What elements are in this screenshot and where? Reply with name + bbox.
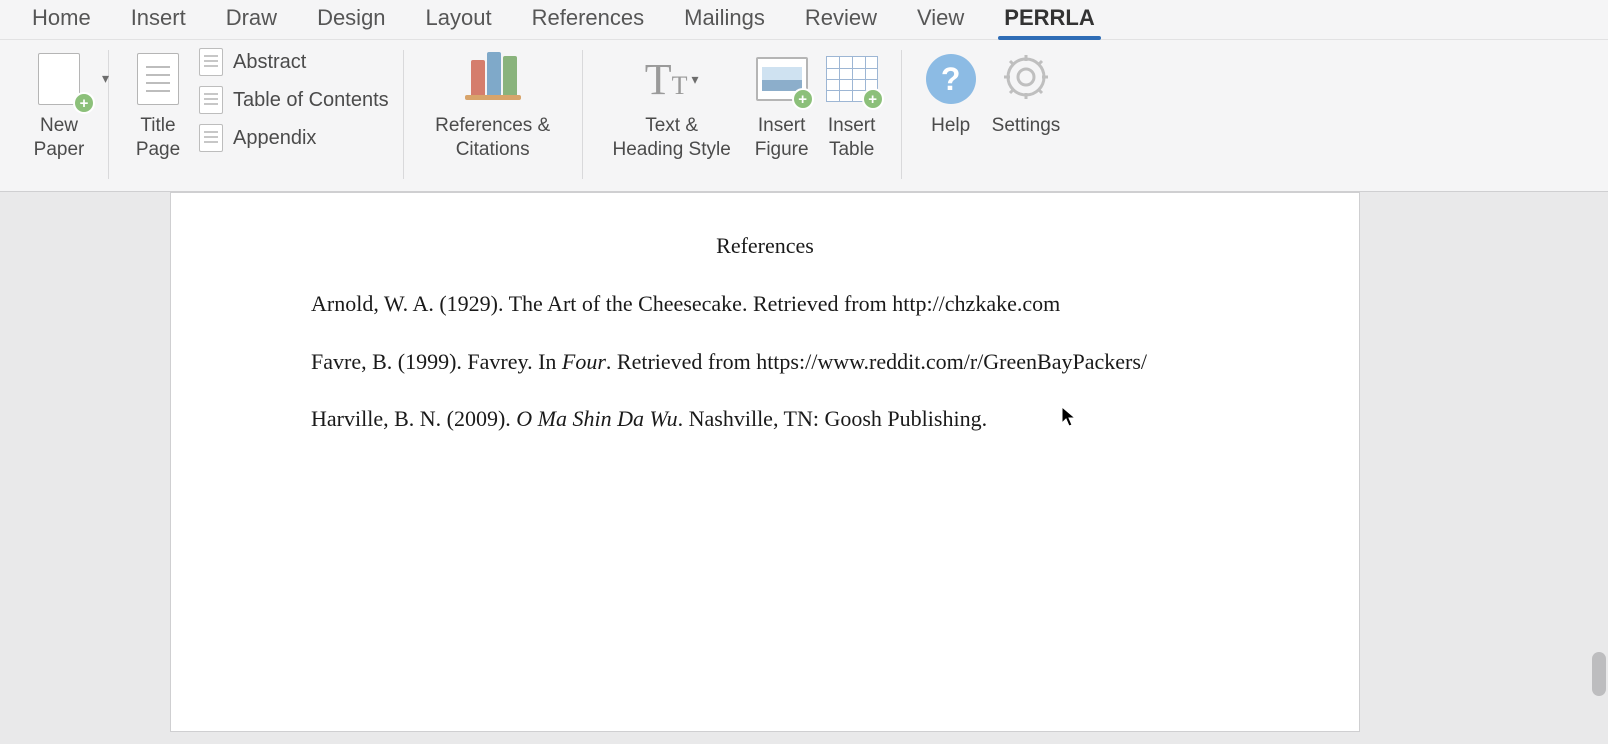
appendix-label: Appendix <box>233 127 316 150</box>
title-page-icon <box>137 53 179 105</box>
help-label: Help <box>931 114 970 138</box>
group-sections: Title Page Abstract Table of Contents Ap… <box>109 46 403 189</box>
tab-home[interactable]: Home <box>12 0 111 39</box>
toc-icon <box>199 86 223 114</box>
references-citations-label: References & Citations <box>435 114 550 162</box>
help-button[interactable]: ? Help <box>916 46 986 138</box>
gear-icon <box>1001 52 1051 107</box>
plus-badge-icon: + <box>862 88 884 110</box>
new-paper-button[interactable]: + ▾ New Paper <box>24 46 94 162</box>
text-style-icon: TT <box>645 54 688 105</box>
references-citations-button[interactable]: References & Citations <box>418 46 568 162</box>
toc-label: Table of Contents <box>233 89 389 112</box>
reference-italic: O Ma Shin Da Wu <box>516 406 677 431</box>
tab-layout[interactable]: Layout <box>406 0 512 39</box>
tab-design[interactable]: Design <box>297 0 405 39</box>
ribbon-toolbar: + ▾ New Paper Title Page Abstract Table … <box>0 40 1608 192</box>
help-icon: ? <box>926 54 976 104</box>
document-page[interactable]: References Arnold, W. A. (1929). The Art… <box>170 192 1360 732</box>
reference-text: . Nashville, TN: Goosh Publishing. <box>678 406 987 431</box>
tab-review[interactable]: Review <box>785 0 897 39</box>
chevron-down-icon: ▾ <box>692 71 699 88</box>
tab-insert[interactable]: Insert <box>111 0 206 39</box>
group-styles: TT ▾ Text & Heading Style + Insert Figur… <box>583 46 901 189</box>
toc-button[interactable]: Table of Contents <box>199 86 389 114</box>
tab-view[interactable]: View <box>897 0 984 39</box>
reference-entry: Favre, B. (1999). Favrey. In Four. Retri… <box>311 347 1219 377</box>
ribbon-tabs: Home Insert Draw Design Layout Reference… <box>0 0 1608 40</box>
settings-label: Settings <box>992 114 1061 138</box>
insert-figure-label: Insert Figure <box>755 114 809 162</box>
reference-text: . Retrieved from https://www.reddit.com/… <box>606 349 1147 374</box>
new-paper-label: New Paper <box>34 114 85 162</box>
tab-perrla[interactable]: PERRLA <box>984 0 1114 39</box>
group-references: References & Citations <box>404 46 582 189</box>
insert-table-button[interactable]: + Insert Table <box>817 46 887 162</box>
reference-text: Harville, B. N. (2009). <box>311 406 516 431</box>
appendix-button[interactable]: Appendix <box>199 124 389 152</box>
insert-table-label: Insert Table <box>828 114 876 162</box>
references-heading: References <box>311 233 1219 259</box>
plus-badge-icon: + <box>792 88 814 110</box>
insert-figure-button[interactable]: + Insert Figure <box>747 46 817 162</box>
tab-draw[interactable]: Draw <box>206 0 297 39</box>
settings-button[interactable]: Settings <box>986 46 1067 138</box>
reference-entry: Harville, B. N. (2009). O Ma Shin Da Wu.… <box>311 404 1219 434</box>
group-paper: + ▾ New Paper <box>10 46 108 189</box>
bookshelf-icon <box>465 52 521 106</box>
chevron-down-icon: ▾ <box>102 70 109 87</box>
abstract-label: Abstract <box>233 51 306 74</box>
tab-references[interactable]: References <box>512 0 665 39</box>
cursor-icon <box>1061 406 1077 428</box>
reference-entry: Arnold, W. A. (1929). The Art of the Che… <box>311 289 1219 319</box>
abstract-button[interactable]: Abstract <box>199 48 389 76</box>
scrollbar-thumb[interactable] <box>1592 652 1606 696</box>
document-workspace: References Arnold, W. A. (1929). The Art… <box>0 192 1608 744</box>
section-sublist: Abstract Table of Contents Appendix <box>199 46 389 152</box>
reference-text: Arnold, W. A. (1929). The Art of the Che… <box>311 291 1060 316</box>
abstract-icon <box>199 48 223 76</box>
reference-text: Favre, B. (1999). Favrey. In <box>311 349 562 374</box>
tab-mailings[interactable]: Mailings <box>664 0 785 39</box>
title-page-button[interactable]: Title Page <box>123 46 193 162</box>
text-heading-style-button[interactable]: TT ▾ Text & Heading Style <box>597 46 747 162</box>
plus-badge-icon: + <box>73 92 95 114</box>
reference-italic: Four <box>562 349 606 374</box>
title-page-label: Title Page <box>136 114 180 162</box>
group-help: ? Help Settings <box>902 46 1081 189</box>
text-heading-style-label: Text & Heading Style <box>613 114 731 162</box>
appendix-icon <box>199 124 223 152</box>
